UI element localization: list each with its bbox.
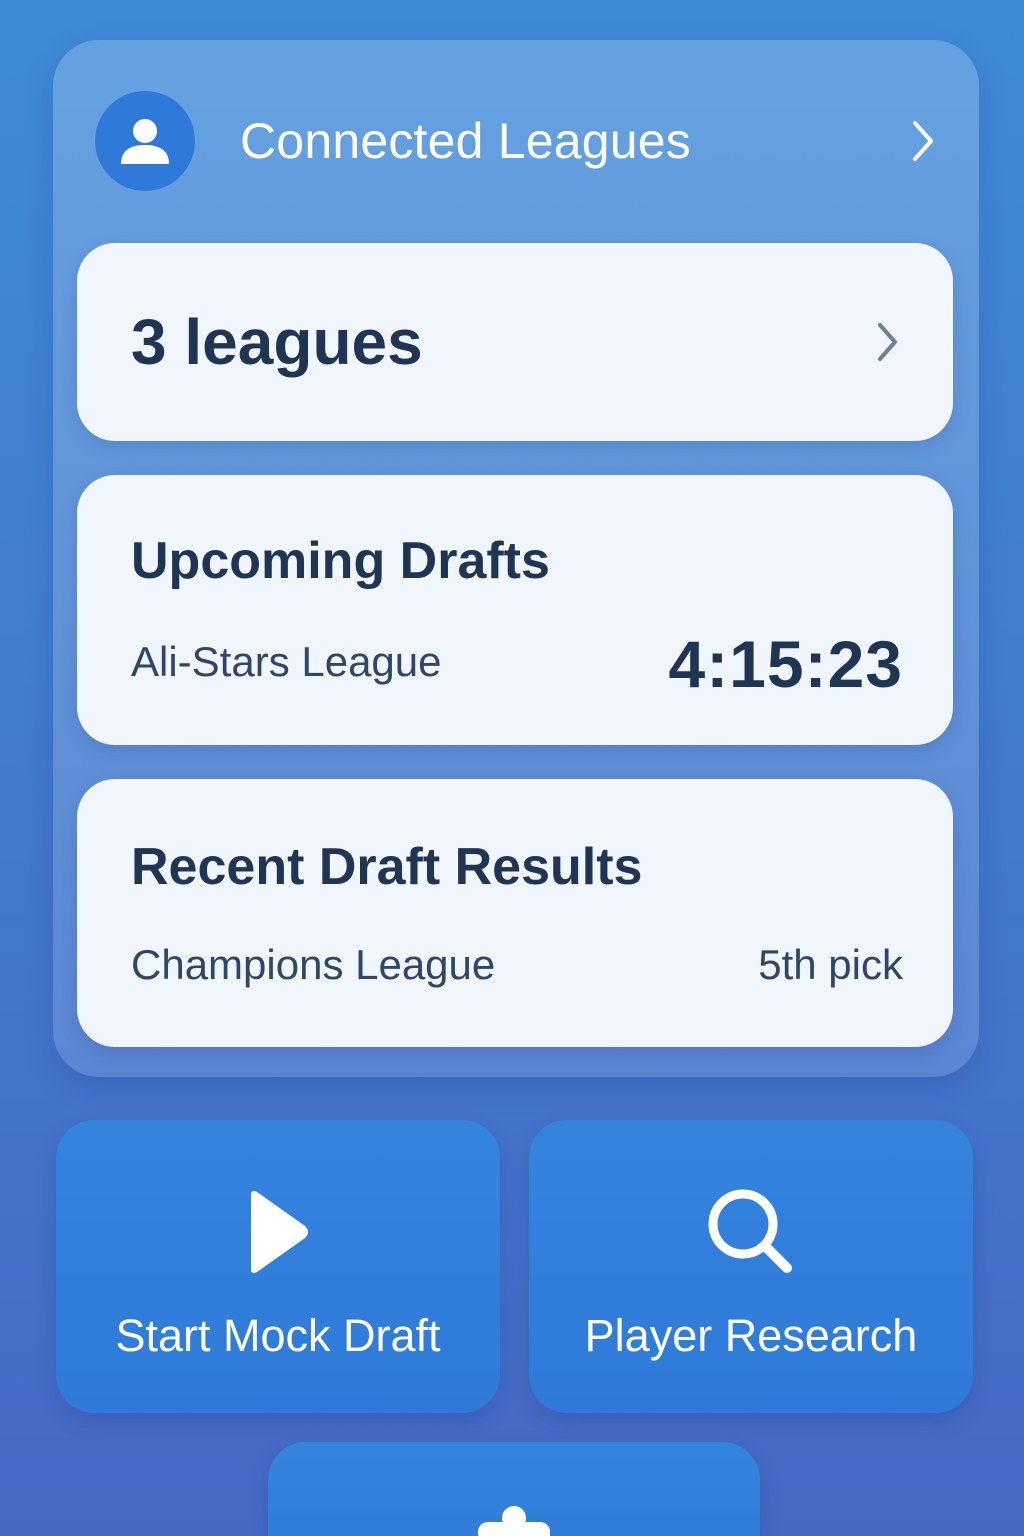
recent-league-name: Champions League: [131, 941, 496, 988]
more-tools-button[interactable]: [268, 1442, 760, 1536]
connected-leagues-panel: Connected Leagues 3 leagues Upcoming Dra…: [53, 40, 979, 1077]
user-icon: [121, 119, 169, 164]
recent-draft-results-card[interactable]: Recent Draft Results Champions League 5t…: [77, 779, 953, 1047]
chevron-right-icon[interactable]: [897, 121, 937, 161]
player-research-button[interactable]: Player Research: [529, 1120, 973, 1413]
leagues-count: 3 leagues: [131, 306, 423, 378]
play-icon: [56, 1182, 500, 1282]
search-icon: [529, 1182, 973, 1282]
start-mock-draft-button[interactable]: Start Mock Draft: [56, 1120, 500, 1413]
upcoming-drafts-card[interactable]: Upcoming Drafts Ali-Stars League 4:15:23: [77, 475, 953, 745]
draft-pick-position: 5th pick: [758, 941, 903, 988]
draft-countdown: 4:15:23: [668, 627, 903, 701]
connected-leagues-header[interactable]: Connected Leagues: [95, 91, 937, 191]
user-avatar: [95, 91, 195, 191]
player-research-label: Player Research: [584, 1310, 918, 1361]
chevron-right-icon: [878, 323, 897, 361]
start-mock-draft-label: Start Mock Draft: [115, 1310, 441, 1361]
panel-title: Connected Leagues: [240, 113, 691, 169]
leagues-count-card[interactable]: 3 leagues: [77, 243, 953, 441]
recent-results-title: Recent Draft Results: [131, 838, 643, 896]
upcoming-drafts-title: Upcoming Drafts: [131, 532, 550, 590]
upcoming-league-name: Ali-Stars League: [131, 638, 442, 685]
puzzle-icon: [268, 1504, 760, 1536]
